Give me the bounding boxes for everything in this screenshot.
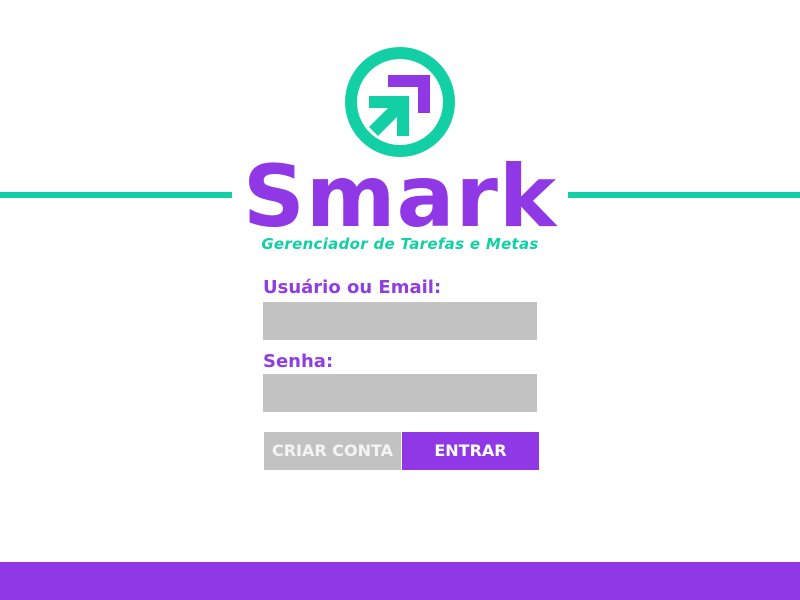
username-input[interactable]: [263, 302, 537, 340]
brand-tagline: Gerenciador de Tarefas e Metas: [261, 235, 539, 253]
username-label: Usuário ou Email:: [263, 277, 442, 298]
footer-bar: [0, 562, 800, 600]
enter-button[interactable]: ENTRAR: [402, 432, 539, 470]
logo-arrow-icon: [345, 47, 455, 157]
create-account-button[interactable]: CRIAR CONTA: [264, 432, 401, 470]
password-label: Senha:: [263, 351, 334, 372]
password-input[interactable]: [263, 374, 537, 412]
